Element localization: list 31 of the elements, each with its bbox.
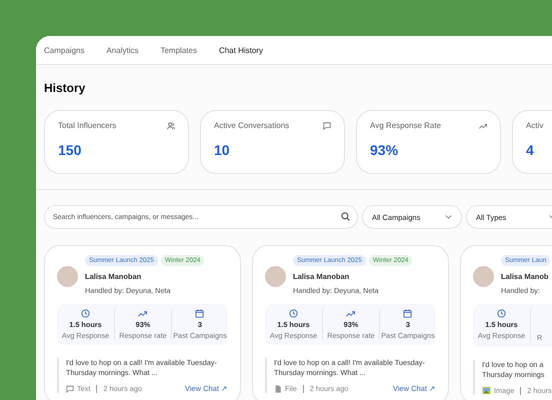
stat-value: 93% [370,142,400,158]
nav-tab[interactable]: Chat History [218,46,263,54]
page-title: History [44,81,86,95]
avatar [473,266,494,287]
stat-value: 10 [214,142,231,158]
stat-label: Activ [526,121,544,130]
avatar [57,266,78,287]
search-icon [341,212,350,221]
speech-bubble-icon [323,122,331,130]
document-icon [274,384,282,392]
people-icon [167,122,175,130]
speech-bubble-icon [66,384,74,392]
stat-label: Avg Response Rate [370,121,442,130]
clock-icon [288,309,298,318]
image-icon [482,386,491,395]
stat-label: Active Conversations [214,121,290,130]
trend-up-icon [346,309,356,318]
avatar [265,266,286,287]
clock-icon [496,309,506,318]
trend-up-icon [138,309,148,318]
trend-up-icon [479,122,487,130]
calendar-icon [195,309,204,318]
stat-value: 4 [526,142,535,158]
stat-label: Total Influencers [58,121,116,130]
nav-tab[interactable]: Templates [160,46,197,54]
calendar-icon [403,309,412,318]
stat-value: 150 [58,142,82,158]
clock-icon [80,309,90,318]
nav-tab[interactable]: Analytics [106,46,138,54]
nav-tab[interactable]: Campaigns [44,46,84,54]
chevron-down-icon [445,215,452,219]
